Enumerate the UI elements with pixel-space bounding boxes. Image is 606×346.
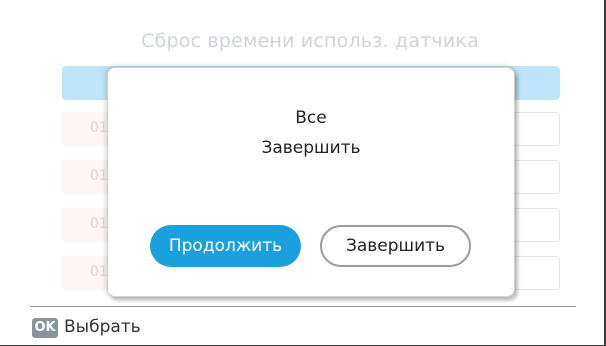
finish-button[interactable]: Завершить xyxy=(320,225,471,267)
list-item-prefix: 01 xyxy=(90,264,108,280)
control-panel-screen: Сброс времени использ. датчика 01 01 01 … xyxy=(0,0,606,346)
footer-divider xyxy=(30,306,576,307)
list-item-prefix: 01 xyxy=(90,168,108,184)
ok-hint-label: Выбрать xyxy=(64,317,141,337)
list-item-prefix: 01 xyxy=(90,120,108,136)
dialog-message-line-2: Завершить xyxy=(261,138,361,158)
screen-title: Сброс времени использ. датчика xyxy=(141,30,479,52)
confirm-dialog: Все Завершить Продолжить Завершить xyxy=(107,67,515,297)
dialog-message-line-1: Все xyxy=(295,108,327,128)
list-item-prefix: 01 xyxy=(90,216,108,232)
list-item-value-cell xyxy=(512,112,560,146)
ok-key-icon: OK xyxy=(32,318,58,338)
list-item-value-cell xyxy=(512,160,560,194)
continue-button[interactable]: Продолжить xyxy=(150,225,301,267)
list-item-value-cell xyxy=(512,208,560,242)
list-item-value-cell xyxy=(512,256,560,290)
